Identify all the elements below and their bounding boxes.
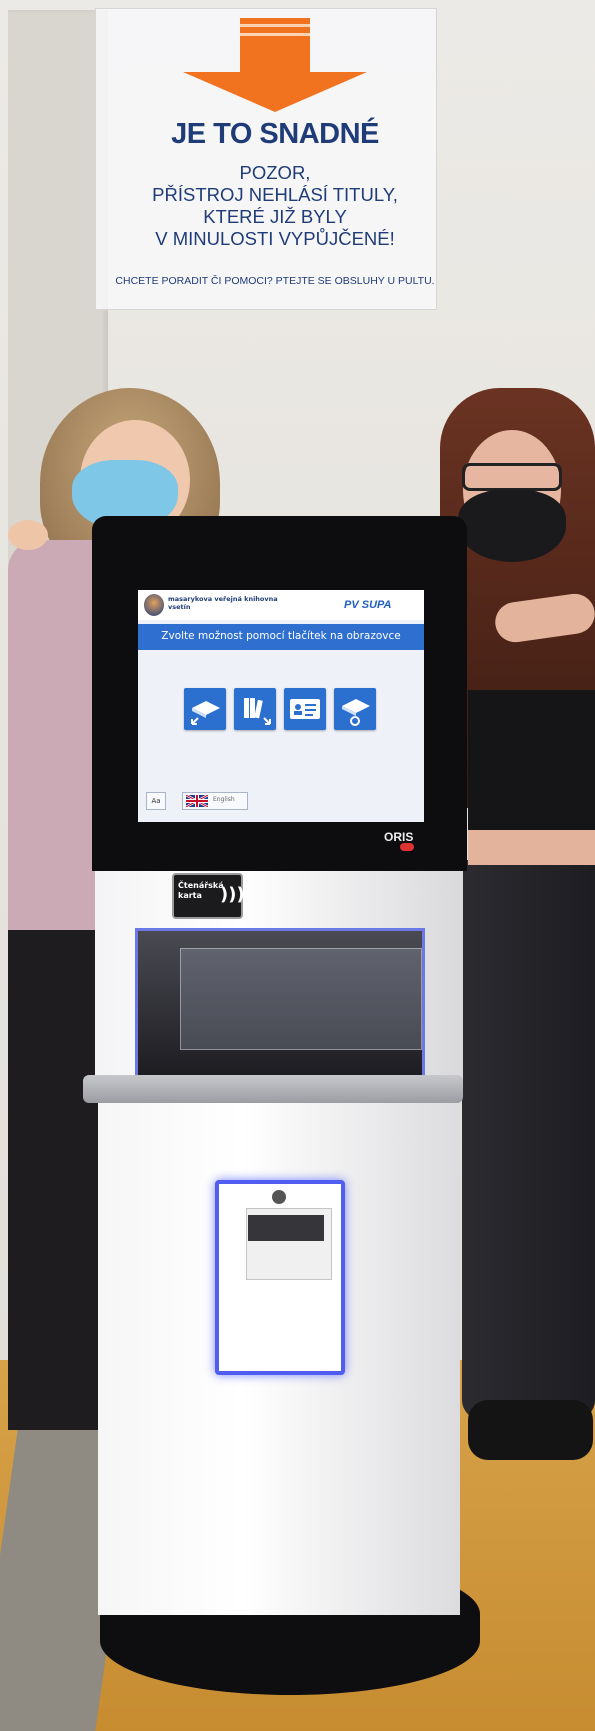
person-right-legs bbox=[462, 860, 595, 1420]
receipt-slot-opening bbox=[248, 1215, 324, 1241]
manufacturer-logo: ORIS bbox=[384, 830, 414, 844]
screen-prompt: Zvolte možnost pomocí tlačítek na obrazo… bbox=[161, 630, 401, 642]
poster-line: PŘÍSTROJ NEHLÁSÍ TITULY, bbox=[152, 184, 398, 205]
book-tray bbox=[180, 948, 422, 1050]
kiosk-screen: masarykova veřejná knihovna vsetín PV SU… bbox=[138, 590, 424, 822]
arrow-head bbox=[183, 72, 367, 112]
books-shelf-icon bbox=[244, 698, 271, 725]
card-reader-label: Čtenářská karta bbox=[178, 881, 224, 900]
library-logo-icon bbox=[144, 594, 164, 616]
poster-line: V MINULOSTI VYPŮJČENÉ! bbox=[155, 228, 395, 249]
book-return-icon bbox=[191, 701, 220, 725]
camera-icon bbox=[272, 1190, 286, 1204]
kiosk-shelf bbox=[83, 1075, 463, 1103]
face-mask-icon bbox=[458, 490, 566, 562]
poster-warning: POZOR, PŘÍSTROJ NEHLÁSÍ TITULY, KTERÉ JI… bbox=[130, 162, 420, 250]
glasses-icon bbox=[462, 463, 562, 491]
library-name: masarykova veřejná knihovna vsetín bbox=[168, 595, 278, 611]
manufacturer-logo-mark bbox=[400, 843, 414, 851]
person-right-shoes bbox=[468, 1400, 593, 1460]
poster-footer: CHCETE PORADIT ČI POMOCI? PTEJTE SE OBSL… bbox=[115, 275, 435, 287]
uk-flag-icon bbox=[186, 795, 208, 807]
person-right-top bbox=[468, 690, 595, 840]
book-renew-tile[interactable] bbox=[334, 688, 376, 730]
language-button[interactable]: English bbox=[182, 792, 248, 810]
books-tile[interactable] bbox=[234, 688, 276, 730]
poster-title: JE TO SNADNÉ bbox=[171, 118, 379, 150]
language-label: English bbox=[213, 796, 235, 803]
book-renew-icon bbox=[342, 699, 370, 726]
brand-logo: PV SUPA bbox=[344, 599, 392, 611]
action-tiles bbox=[184, 688, 384, 748]
person-right-waist bbox=[468, 830, 595, 865]
person-left-hand bbox=[8, 520, 48, 550]
reader-account-tile[interactable] bbox=[284, 688, 326, 730]
poster-line: POZOR, bbox=[239, 162, 311, 183]
arrow-stripe bbox=[240, 24, 310, 27]
text-size-button[interactable]: Aa bbox=[146, 792, 166, 810]
arrow-stripe bbox=[240, 33, 310, 36]
reader-account-icon bbox=[290, 699, 320, 719]
contactless-icon: ))) bbox=[220, 884, 245, 905]
book-return-tile[interactable] bbox=[184, 688, 226, 730]
poster-line: KTERÉ JIŽ BYLY bbox=[203, 206, 347, 227]
